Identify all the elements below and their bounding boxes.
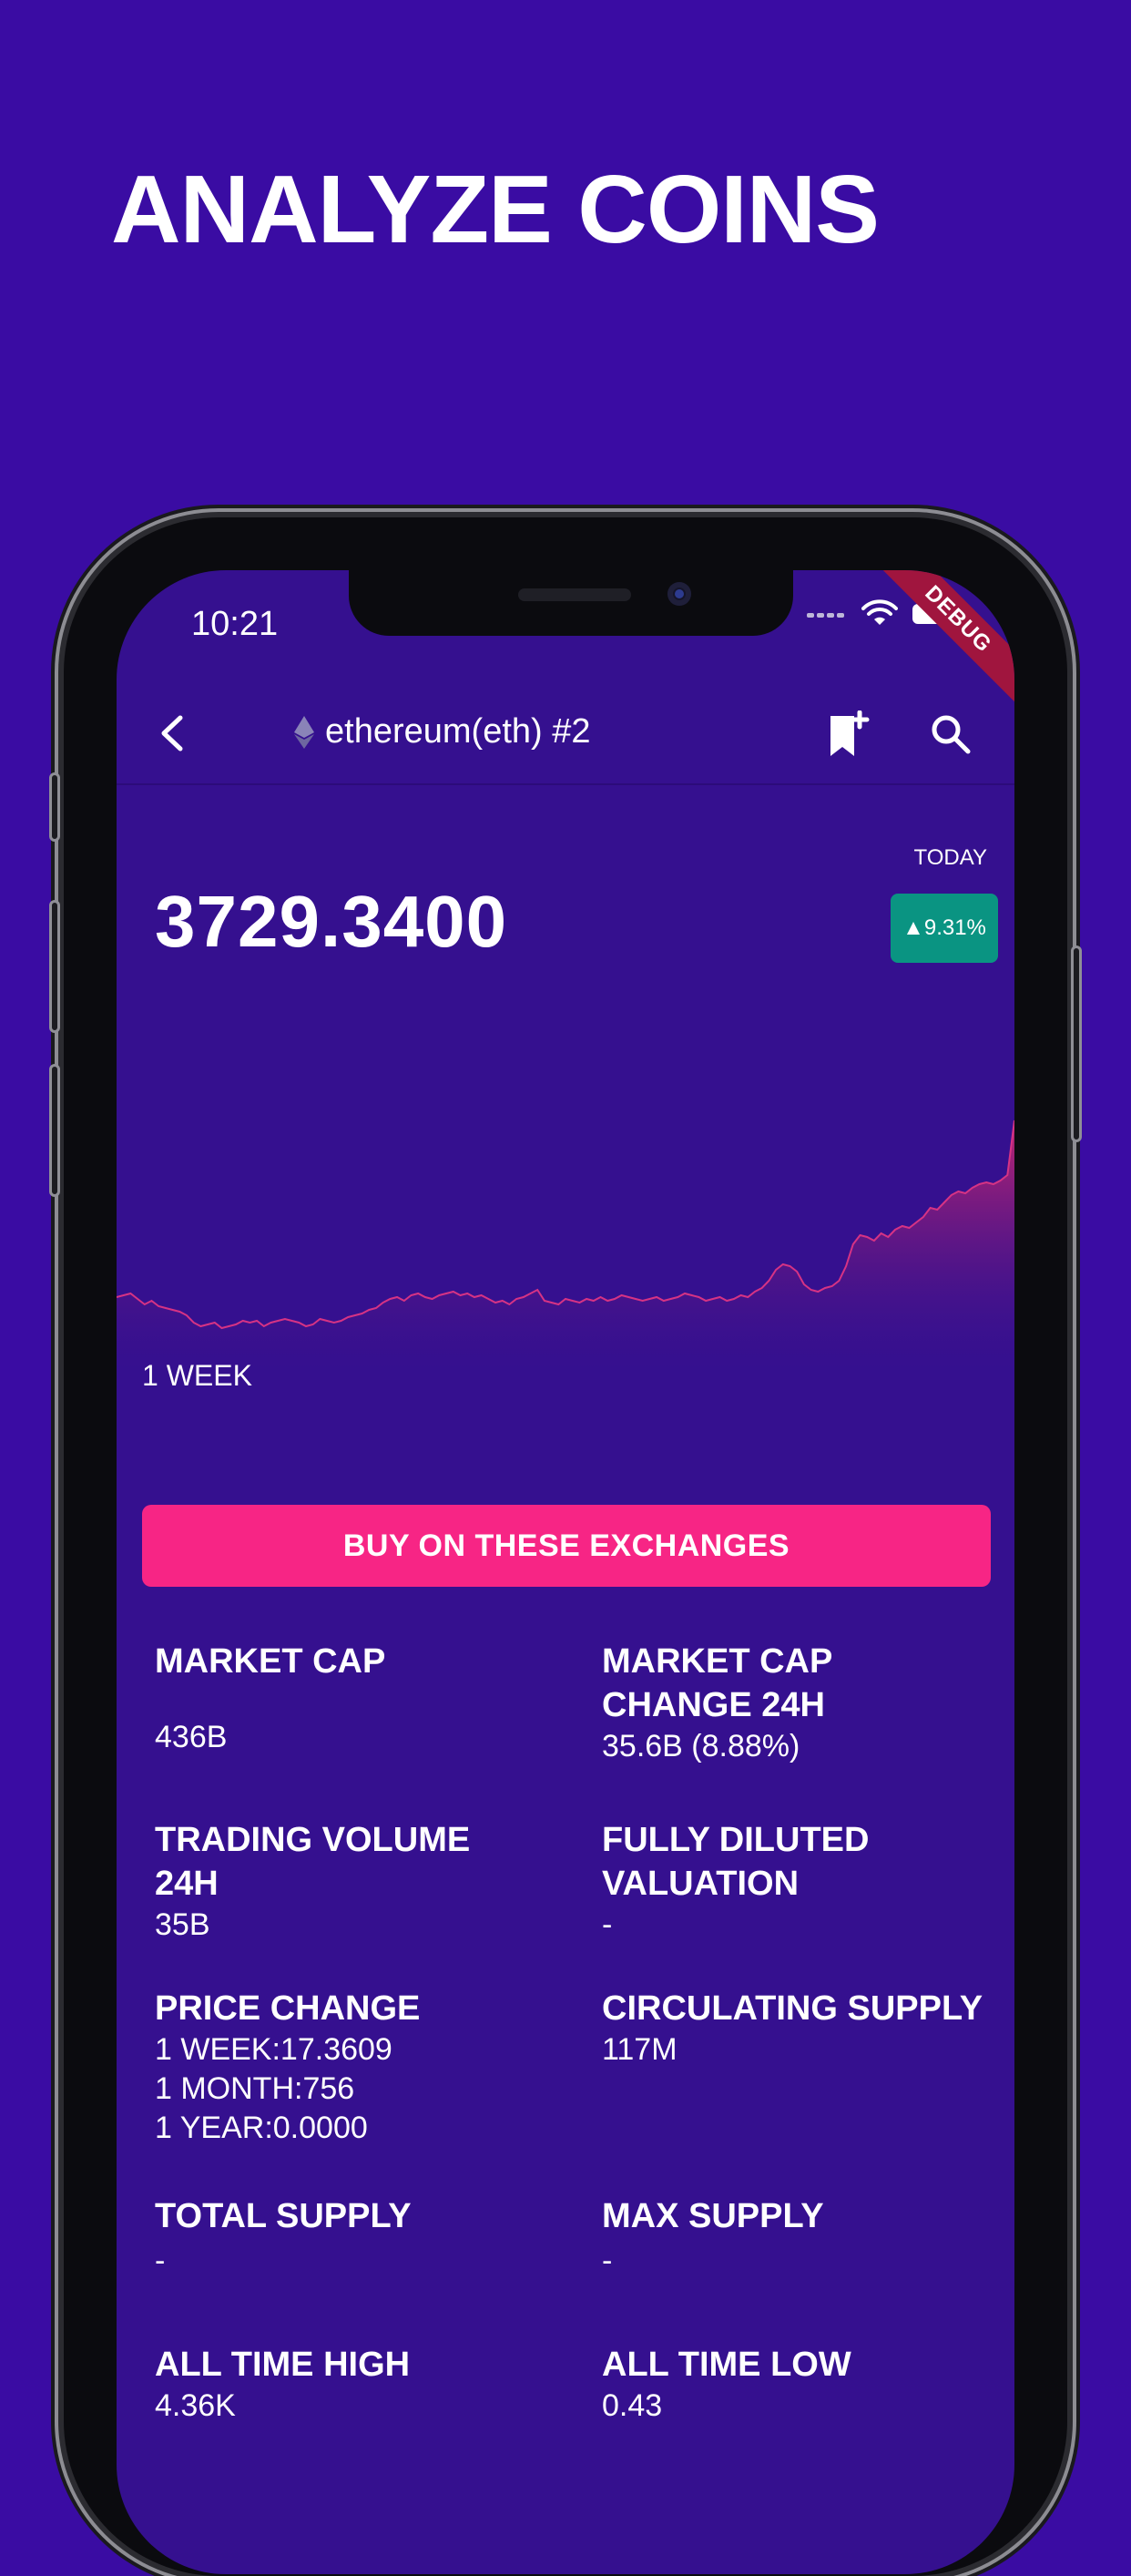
stat-label: PRICE CHANGE — [155, 1989, 421, 2028]
stat-label: MAX SUPPLY — [602, 2197, 824, 2235]
ethereum-icon — [294, 715, 314, 749]
stat-price-change: PRICE CHANGE 1 WEEK:17.3609 1 MONTH:756 … — [155, 1987, 537, 2148]
stat-value: 35.6B (8.88%) — [602, 1729, 800, 1763]
stat-value: - — [602, 2244, 613, 2278]
buy-on-exchanges-button[interactable]: BUY ON THESE EXCHANGES — [142, 1505, 991, 1587]
volume-up-button — [49, 900, 60, 1033]
stat-fully-diluted-valuation: FULLY DILUTED VALUATION - — [602, 1818, 984, 1945]
stat-market-cap: MARKET CAP 436B — [155, 1640, 537, 1757]
stat-all-time-high: ALL TIME HIGH 4.36K — [155, 2343, 537, 2426]
stat-value: 4.36K — [155, 2388, 236, 2423]
stat-label: ALL TIME LOW — [602, 2346, 851, 2384]
status-time: 10:21 — [191, 605, 279, 643]
phone-frame: 10:21 DEBUG ethereum(eth) #2 TODAY ▲9.31… — [49, 517, 1082, 2576]
stat-value: - — [602, 1907, 613, 1942]
stat-max-supply: MAX SUPPLY - — [602, 2194, 984, 2281]
stat-label: FULLY DILUTED VALUATION — [602, 1821, 870, 1903]
stat-label: TOTAL SUPPLY — [155, 2197, 412, 2235]
front-camera — [667, 582, 691, 606]
speaker — [518, 588, 631, 601]
chart-range-label: 1 WEEK — [142, 1359, 252, 1392]
stat-label: MARKET CAP — [155, 1642, 386, 1681]
stat-value: - — [155, 2244, 166, 2278]
notch — [349, 570, 793, 636]
stat-value-week: 1 WEEK:17.3609 — [155, 2032, 392, 2067]
promo-headline: ANALYZE COINS — [111, 156, 880, 263]
mute-switch — [49, 772, 60, 842]
app-screen: 10:21 DEBUG ethereum(eth) #2 TODAY ▲9.31… — [117, 570, 1014, 2574]
signal-icon — [807, 606, 847, 622]
stat-value-year: 1 YEAR:0.0000 — [155, 2111, 368, 2145]
chart-area — [117, 1120, 1014, 1372]
stat-label: TRADING VOLUME 24H — [155, 1821, 471, 1903]
coin-title: ethereum(eth) #2 — [294, 712, 591, 751]
stat-label: CIRCULATING SUPPLY — [602, 1989, 983, 2028]
power-button — [1071, 946, 1082, 1142]
stat-circulating-supply: CIRCULATING SUPPLY 117M — [602, 1987, 984, 2070]
stat-value: 117M — [602, 2032, 678, 2067]
price-change-badge: ▲9.31% — [891, 894, 998, 963]
search-icon[interactable] — [929, 712, 973, 756]
add-bookmark-icon[interactable] — [827, 710, 871, 758]
stat-total-supply: TOTAL SUPPLY - — [155, 2194, 537, 2281]
stat-value: 35B — [155, 1907, 210, 1942]
stat-value-month: 1 MONTH:756 — [155, 2071, 355, 2106]
volume-down-button — [49, 1064, 60, 1197]
current-price: 3729.3400 — [155, 881, 508, 962]
stat-label: MARKET CAP CHANGE 24H — [602, 1642, 832, 1724]
stat-trading-volume: TRADING VOLUME 24H 35B — [155, 1818, 537, 1945]
stat-value: 0.43 — [602, 2388, 663, 2423]
app-bar: ethereum(eth) #2 — [117, 683, 1014, 785]
coin-title-text: ethereum(eth) #2 — [325, 712, 591, 751]
stat-market-cap-change: MARKET CAP CHANGE 24H 35.6B (8.88%) — [602, 1640, 984, 1766]
back-arrow-icon[interactable] — [151, 710, 197, 756]
stat-value: 436B — [155, 1720, 228, 1754]
wifi-icon — [861, 599, 898, 625]
stat-all-time-low: ALL TIME LOW 0.43 — [602, 2343, 984, 2426]
period-label: TODAY — [913, 845, 987, 870]
stat-label: ALL TIME HIGH — [155, 2346, 411, 2384]
